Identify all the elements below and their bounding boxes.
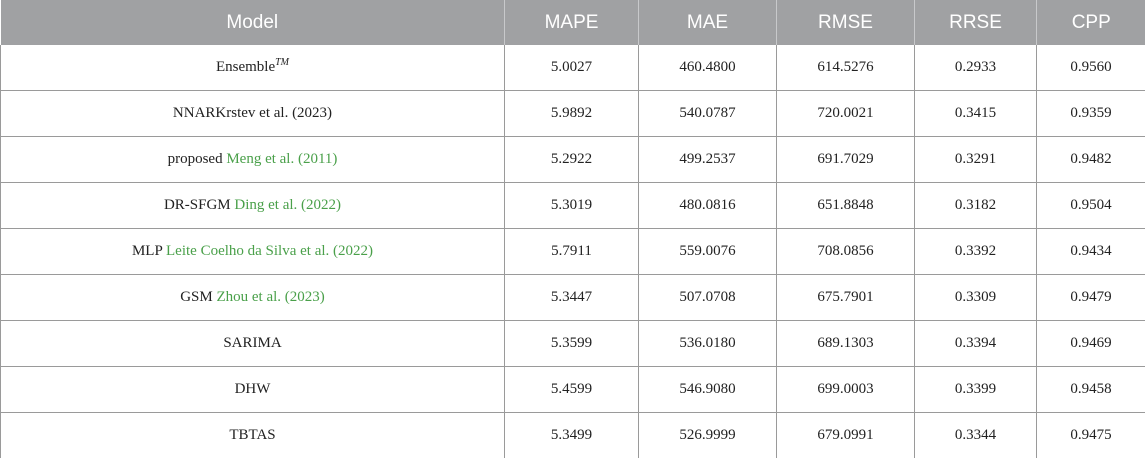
table-row: proposed Meng et al. (2011) 5.2922 499.2… — [1, 137, 1145, 183]
model-name: SARIMA — [223, 335, 281, 351]
model-name: MLP — [132, 243, 166, 259]
table-row: GSM Zhou et al. (2023) 5.3447 507.0708 6… — [1, 275, 1145, 321]
rmse-cell: 675.7901 — [777, 275, 915, 321]
mape-cell: 5.9892 — [505, 91, 639, 137]
mape-cell: 5.3499 — [505, 413, 639, 458]
mape-cell: 5.4599 — [505, 367, 639, 413]
rmse-cell: 691.7029 — [777, 137, 915, 183]
rmse-cell: 708.0856 — [777, 229, 915, 275]
model-name: DHW — [235, 381, 271, 397]
header-mae: MAE — [639, 0, 777, 45]
reference-link[interactable]: Zhou et al. (2023) — [216, 289, 324, 305]
mae-cell: 540.0787 — [639, 91, 777, 137]
table-row: EnsembleTM 5.0027 460.4800 614.5276 0.29… — [1, 45, 1145, 91]
rrse-cell: 0.3309 — [915, 275, 1037, 321]
model-name: DR-SFGM — [164, 197, 234, 213]
model-name: Ensemble — [216, 59, 275, 75]
table-row: DR-SFGM Ding et al. (2022) 5.3019 480.08… — [1, 183, 1145, 229]
table-header: Model MAPE MAE RMSE RRSE CPP — [1, 0, 1145, 45]
results-table: Model MAPE MAE RMSE RRSE CPP EnsembleTM … — [0, 0, 1145, 458]
model-cell: MLP Leite Coelho da Silva et al. (2022) — [1, 229, 505, 275]
rrse-cell: 0.3182 — [915, 183, 1037, 229]
table-row: TBTAS 5.3499 526.9999 679.0991 0.3344 0.… — [1, 413, 1145, 458]
model-cell: proposed Meng et al. (2011) — [1, 137, 505, 183]
mape-cell: 5.2922 — [505, 137, 639, 183]
table-row: NNARKrstev et al. (2023) 5.9892 540.0787… — [1, 91, 1145, 137]
table-row: DHW 5.4599 546.9080 699.0003 0.3399 0.94… — [1, 367, 1145, 413]
cpp-cell: 0.9482 — [1037, 137, 1145, 183]
table-body: EnsembleTM 5.0027 460.4800 614.5276 0.29… — [1, 45, 1145, 458]
mae-cell: 480.0816 — [639, 183, 777, 229]
rrse-cell: 0.3415 — [915, 91, 1037, 137]
table-row: SARIMA 5.3599 536.0180 689.1303 0.3394 0… — [1, 321, 1145, 367]
mae-cell: 460.4800 — [639, 45, 777, 91]
header-rrse: RRSE — [915, 0, 1037, 45]
model-cell: GSM Zhou et al. (2023) — [1, 275, 505, 321]
model-cell: NNARKrstev et al. (2023) — [1, 91, 505, 137]
rmse-cell: 720.0021 — [777, 91, 915, 137]
header-rmse: RMSE — [777, 0, 915, 45]
rmse-cell: 679.0991 — [777, 413, 915, 458]
reference-link[interactable]: Ding et al. (2022) — [234, 197, 341, 213]
mae-cell: 546.9080 — [639, 367, 777, 413]
cpp-cell: 0.9475 — [1037, 413, 1145, 458]
cpp-cell: 0.9504 — [1037, 183, 1145, 229]
table-row: MLP Leite Coelho da Silva et al. (2022) … — [1, 229, 1145, 275]
rrse-cell: 0.2933 — [915, 45, 1037, 91]
cpp-cell: 0.9359 — [1037, 91, 1145, 137]
mae-cell: 507.0708 — [639, 275, 777, 321]
model-cell: TBTAS — [1, 413, 505, 458]
rrse-cell: 0.3399 — [915, 367, 1037, 413]
header-cpp: CPP — [1037, 0, 1145, 45]
header-row: Model MAPE MAE RMSE RRSE CPP — [1, 0, 1145, 45]
mape-cell: 5.0027 — [505, 45, 639, 91]
mae-cell: 499.2537 — [639, 137, 777, 183]
header-mape: MAPE — [505, 0, 639, 45]
rmse-cell: 651.8848 — [777, 183, 915, 229]
model-cell: SARIMA — [1, 321, 505, 367]
model-name: proposed — [168, 151, 227, 167]
rrse-cell: 0.3394 — [915, 321, 1037, 367]
rrse-cell: 0.3392 — [915, 229, 1037, 275]
mae-cell: 559.0076 — [639, 229, 777, 275]
mape-cell: 5.7911 — [505, 229, 639, 275]
rmse-cell: 699.0003 — [777, 367, 915, 413]
model-cell: EnsembleTM — [1, 45, 505, 91]
cpp-cell: 0.9458 — [1037, 367, 1145, 413]
rmse-cell: 689.1303 — [777, 321, 915, 367]
model-cell: DR-SFGM Ding et al. (2022) — [1, 183, 505, 229]
cpp-cell: 0.9469 — [1037, 321, 1145, 367]
mae-cell: 526.9999 — [639, 413, 777, 458]
rrse-cell: 0.3344 — [915, 413, 1037, 458]
model-name: TBTAS — [229, 427, 275, 443]
reference-link[interactable]: Leite Coelho da Silva et al. (2022) — [166, 243, 373, 259]
mape-cell: 5.3447 — [505, 275, 639, 321]
mape-cell: 5.3599 — [505, 321, 639, 367]
model-superscript: TM — [275, 57, 289, 68]
model-cell: DHW — [1, 367, 505, 413]
cpp-cell: 0.9434 — [1037, 229, 1145, 275]
cpp-cell: 0.9560 — [1037, 45, 1145, 91]
mae-cell: 536.0180 — [639, 321, 777, 367]
rmse-cell: 614.5276 — [777, 45, 915, 91]
model-name: NNARKrstev et al. (2023) — [173, 105, 332, 121]
header-model: Model — [1, 0, 505, 45]
reference-link[interactable]: Meng et al. (2011) — [226, 151, 337, 167]
model-name: GSM — [180, 289, 216, 305]
rrse-cell: 0.3291 — [915, 137, 1037, 183]
cpp-cell: 0.9479 — [1037, 275, 1145, 321]
mape-cell: 5.3019 — [505, 183, 639, 229]
